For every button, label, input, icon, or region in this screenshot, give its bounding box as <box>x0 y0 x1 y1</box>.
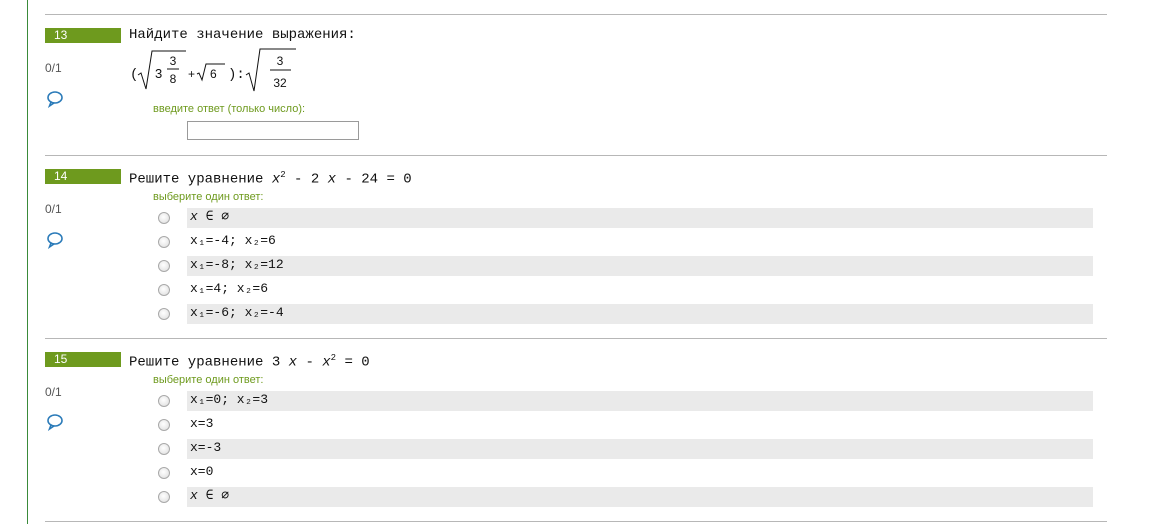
option-label[interactable]: x=0 <box>190 462 213 482</box>
expr-frac-num: 3 <box>170 54 177 68</box>
option-label[interactable]: x=-3 <box>190 438 221 458</box>
question-number-badge: 14 <box>45 169 121 184</box>
radio-button[interactable] <box>158 491 170 503</box>
eq-x2: x <box>322 354 331 371</box>
option-row <box>187 463 1093 483</box>
option-label[interactable]: x₁=-8; x₂=12 <box>190 255 284 275</box>
expr-frac2-num: 3 <box>277 54 284 68</box>
option-label[interactable]: x₁=-4; x₂=6 <box>190 231 276 251</box>
radio-button[interactable] <box>158 395 170 407</box>
radio-button[interactable] <box>158 419 170 431</box>
option-row <box>187 208 1093 228</box>
question-number-badge: 15 <box>45 352 121 367</box>
expr-sqrt6: 6 <box>210 67 217 81</box>
option-label[interactable]: x₁=4; x₂=6 <box>190 279 268 299</box>
answer-hint: выберите один ответ: <box>153 374 264 386</box>
answer-input[interactable] <box>187 121 359 140</box>
option-label[interactable]: x₁=0; x₂=3 <box>190 390 268 410</box>
comment-icon[interactable] <box>46 231 64 249</box>
separator <box>45 521 1107 522</box>
option-label[interactable]: x ∈ ∅ <box>190 207 229 227</box>
option-label[interactable]: x₁=-6; x₂=-4 <box>190 303 284 323</box>
option-row <box>187 487 1093 507</box>
separator <box>45 155 1107 156</box>
expr-whole: 3 <box>155 66 162 81</box>
radio-button[interactable] <box>158 212 170 224</box>
question-prompt: Решите уравнение <box>129 354 264 371</box>
eq-rest: - 2 <box>285 171 328 188</box>
eq-tail: = 0 <box>336 354 370 371</box>
separator <box>45 14 1107 15</box>
radio-button[interactable] <box>158 308 170 320</box>
radio-button[interactable] <box>158 467 170 479</box>
eq-tail: - 24 = 0 <box>336 171 412 188</box>
expr-close-div: ): <box>228 67 245 83</box>
comment-icon[interactable] <box>46 413 64 431</box>
question-prompt: Решите уравнение <box>129 171 264 188</box>
question-score: 0/1 <box>45 61 62 75</box>
question-score: 0/1 <box>45 202 62 216</box>
radio-button[interactable] <box>158 284 170 296</box>
separator <box>45 338 1107 339</box>
option-row <box>187 439 1093 459</box>
radio-button[interactable] <box>158 236 170 248</box>
question-text: Решите уравнение 3 x - x2 = 0 <box>129 353 370 371</box>
question-text: Решите уравнение x2 - 2 x - 24 = 0 <box>129 170 412 188</box>
option-row <box>187 391 1093 411</box>
option-label[interactable]: x ∈ ∅ <box>190 486 229 506</box>
answer-hint: введите ответ (только число): <box>153 103 306 115</box>
math-expression: ( 3 3 8 + 6 ): 3 32 <box>130 48 296 92</box>
question-number-badge: 13 <box>45 28 121 43</box>
option-row <box>187 415 1093 435</box>
option-label[interactable]: x=3 <box>190 414 213 434</box>
eq-lead: 3 <box>271 354 289 371</box>
expr-open-paren: ( <box>130 67 138 83</box>
option-row <box>187 232 1093 252</box>
eq-x: x <box>271 171 281 188</box>
answer-hint: выберите один ответ: <box>153 191 264 203</box>
radio-button[interactable] <box>158 260 170 272</box>
question-text: Найдите значение выражения: <box>129 27 356 43</box>
comment-icon[interactable] <box>46 90 64 108</box>
expr-plus: + <box>188 67 195 81</box>
eq-minus: - <box>297 354 323 371</box>
option-row <box>187 280 1093 300</box>
left-border <box>27 0 28 524</box>
option-row <box>187 304 1093 324</box>
option-row <box>187 256 1093 276</box>
expr-frac-den: 8 <box>170 72 177 86</box>
eq-x: x <box>288 354 298 371</box>
question-score: 0/1 <box>45 385 62 399</box>
expr-frac2-den: 32 <box>273 76 287 90</box>
eq-x2: x <box>327 171 337 188</box>
radio-button[interactable] <box>158 443 170 455</box>
